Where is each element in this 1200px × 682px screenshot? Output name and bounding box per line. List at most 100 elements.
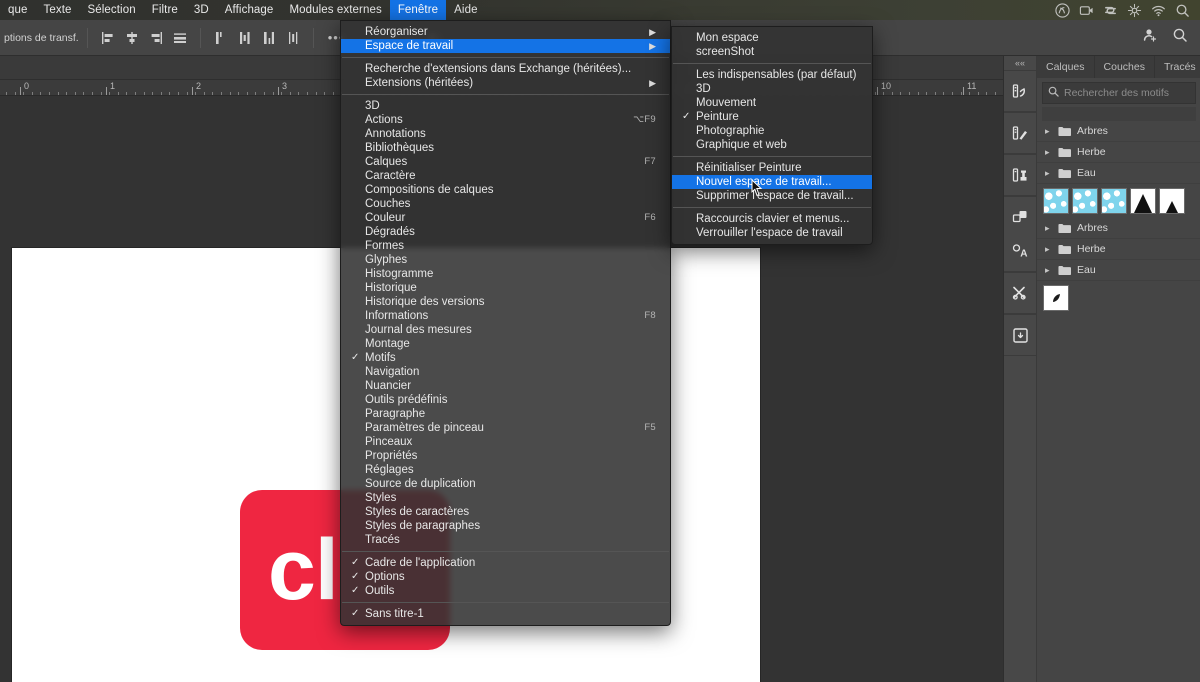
- menu-item-sans-titre-1[interactable]: ✓ Sans titre-1: [341, 607, 670, 621]
- spotlight-search-icon[interactable]: [1175, 3, 1190, 18]
- menu-item-annotations[interactable]: Annotations: [341, 127, 670, 141]
- menu-item-nouvel-espace-de-travail[interactable]: Nouvel espace de travail...: [672, 175, 872, 189]
- pattern-group-row[interactable]: ▸ Herbe: [1037, 239, 1200, 260]
- menu-item-r-organiser[interactable]: Réorganiser ▶: [341, 25, 670, 39]
- tool-presets-icon[interactable]: [1004, 276, 1037, 310]
- layer-comps-icon[interactable]: [1004, 200, 1037, 234]
- menu-item-pinceaux[interactable]: Pinceaux: [341, 435, 670, 449]
- menu-item-mouvement[interactable]: Mouvement: [672, 96, 872, 110]
- menu-item-couches[interactable]: Couches: [341, 197, 670, 211]
- workspace-submenu[interactable]: Mon espace screenShot Les indispensables (…: [671, 26, 873, 245]
- tab-couches[interactable]: Couches: [1095, 56, 1155, 78]
- menubar-item-filtre[interactable]: Filtre: [144, 0, 186, 20]
- pattern-group-row[interactable]: ▸ Herbe: [1037, 142, 1200, 163]
- character-styles-icon[interactable]: A: [1004, 234, 1037, 268]
- menu-item-d-grad-s[interactable]: Dégradés: [341, 225, 670, 239]
- menu-item-motifs[interactable]: ✓ Motifs: [341, 351, 670, 365]
- menu-item-mon-espace[interactable]: Mon espace: [672, 31, 872, 45]
- pattern-group-row[interactable]: ▸ Eau: [1037, 260, 1200, 281]
- menu-item-propri-t-s[interactable]: Propriétés: [341, 449, 670, 463]
- tab-trac-s[interactable]: Tracés: [1155, 56, 1200, 78]
- chevron-right-icon[interactable]: ▸: [1045, 265, 1052, 276]
- menu-item-3d[interactable]: 3D: [341, 99, 670, 113]
- pattern-swatch[interactable]: [1043, 188, 1069, 214]
- menu-item-montage[interactable]: Montage: [341, 337, 670, 351]
- menu-item-les-indispensables-par-d-faut[interactable]: Les indispensables (par défaut): [672, 68, 872, 82]
- window-menu[interactable]: Réorganiser ▶ Espace de travail ▶ Recherche …: [340, 20, 671, 626]
- menu-item-cadre-de-l-application[interactable]: ✓ Cadre de l'application: [341, 556, 670, 570]
- menubar-item-aide[interactable]: Aide: [446, 0, 485, 20]
- menu-item-3d[interactable]: 3D: [672, 82, 872, 96]
- pattern-swatch[interactable]: [1072, 188, 1098, 214]
- menu-item-couleur[interactable]: Couleur F6: [341, 211, 670, 225]
- align-left-edges-icon[interactable]: [98, 28, 118, 48]
- wifi-icon[interactable]: [1151, 3, 1166, 18]
- bluetooth-icon[interactable]: [1103, 3, 1118, 18]
- menu-item-extensions-h-rit-es[interactable]: Extensions (héritées) ▶: [341, 76, 670, 90]
- menu-item-informations[interactable]: Informations F8: [341, 309, 670, 323]
- chevron-right-icon[interactable]: ▸: [1045, 244, 1052, 255]
- screen-record-icon[interactable]: [1079, 3, 1094, 18]
- distribute-bottom-icon[interactable]: [259, 28, 279, 48]
- menu-item-outils-pr-d-finis[interactable]: Outils prédéfinis: [341, 393, 670, 407]
- menu-item-historique[interactable]: Historique: [341, 281, 670, 295]
- menu-item-historique-des-versions[interactable]: Historique des versions: [341, 295, 670, 309]
- menu-item-param-tres-de-pinceau[interactable]: Paramètres de pinceau F5: [341, 421, 670, 435]
- menu-item-screenshot[interactable]: screenShot: [672, 45, 872, 59]
- share-user-icon[interactable]: [1142, 27, 1158, 48]
- pattern-group-row[interactable]: ▸ Arbres: [1037, 121, 1200, 142]
- menu-item-styles-de-paragraphes[interactable]: Styles de paragraphes: [341, 519, 670, 533]
- menu-item-graphique-et-web[interactable]: Graphique et web: [672, 138, 872, 152]
- notes-icon[interactable]: [1004, 318, 1037, 352]
- menubar-item-texte[interactable]: Texte: [36, 0, 80, 20]
- pattern-group-row[interactable]: ▸ Arbres: [1037, 218, 1200, 239]
- menu-item-source-de-duplication[interactable]: Source de duplication: [341, 477, 670, 491]
- menu-item-calques[interactable]: Calques F7: [341, 155, 670, 169]
- menubar-item-affichage[interactable]: Affichage: [217, 0, 282, 20]
- menu-item-espace-de-travail[interactable]: Espace de travail ▶: [341, 39, 670, 53]
- pattern-group-row[interactable]: ▸ Eau: [1037, 163, 1200, 184]
- menu-item-verrouiller-l-espace-de-travail[interactable]: Verrouiller l'espace de travail: [672, 226, 872, 240]
- creative-cloud-icon[interactable]: [1055, 2, 1070, 18]
- align-horizontal-centers-icon[interactable]: [122, 28, 142, 48]
- align-right-edges-icon[interactable]: [146, 28, 166, 48]
- chevron-right-icon[interactable]: ▸: [1045, 223, 1052, 234]
- tab-calques[interactable]: Calques: [1037, 56, 1095, 78]
- chevron-right-icon[interactable]: ▸: [1045, 147, 1052, 158]
- distribute-vertical-centers-icon[interactable]: [235, 28, 255, 48]
- menu-item-peinture[interactable]: ✓ Peinture: [672, 110, 872, 124]
- menu-item-compositions-de-calques[interactable]: Compositions de calques: [341, 183, 670, 197]
- menubar-item-modules-externes[interactable]: Modules externes: [281, 0, 389, 20]
- menubar-item-s-lection[interactable]: Sélection: [80, 0, 144, 20]
- menu-item-supprimer-l-espace-de-travail[interactable]: Supprimer l'espace de travail...: [672, 189, 872, 203]
- brush-settings-icon[interactable]: [1004, 116, 1037, 150]
- pattern-swatch[interactable]: [1130, 188, 1156, 214]
- pattern-search-field[interactable]: [1042, 82, 1196, 104]
- menu-item-histogramme[interactable]: Histogramme: [341, 267, 670, 281]
- menu-item-photographie[interactable]: Photographie: [672, 124, 872, 138]
- menubar-item-fen-tre[interactable]: Fenêtre: [389, 0, 447, 20]
- menu-item-actions[interactable]: Actions ⌥F9: [341, 113, 670, 127]
- menu-item-nuancier[interactable]: Nuancier: [341, 379, 670, 393]
- menubar-item-que[interactable]: que: [0, 0, 36, 20]
- menu-item-biblioth-ques[interactable]: Bibliothèques: [341, 141, 670, 155]
- menu-item-outils[interactable]: ✓ Outils: [341, 584, 670, 598]
- pattern-swatch[interactable]: [1101, 188, 1127, 214]
- distribute-top-icon[interactable]: [211, 28, 231, 48]
- menu-item-paragraphe[interactable]: Paragraphe: [341, 407, 670, 421]
- clone-source-icon[interactable]: [1004, 158, 1037, 192]
- menubar-item-3d[interactable]: 3D: [186, 0, 217, 20]
- menu-item-r-glages[interactable]: Réglages: [341, 463, 670, 477]
- align-top-edges-icon[interactable]: [170, 28, 190, 48]
- menu-item-navigation[interactable]: Navigation: [341, 365, 670, 379]
- menu-item-journal-des-mesures[interactable]: Journal des mesures: [341, 323, 670, 337]
- pattern-swatch[interactable]: [1159, 188, 1185, 214]
- menu-item-recherche-d-extensions-dans-exchange-h-rit-es[interactable]: Recherche d'extensions dans Exchange (hé…: [341, 62, 670, 76]
- distribute-spacing-icon[interactable]: [283, 28, 303, 48]
- collapse-panels-button[interactable]: ««: [1004, 56, 1036, 70]
- dropbox-icon[interactable]: [1127, 3, 1142, 18]
- menu-item-r-initialiser-peinture[interactable]: Réinitialiser Peinture: [672, 161, 872, 175]
- menu-item-trac-s[interactable]: Tracés: [341, 533, 670, 547]
- search-input[interactable]: [1064, 87, 1190, 99]
- menu-item-styles-de-caract-res[interactable]: Styles de caractères: [341, 505, 670, 519]
